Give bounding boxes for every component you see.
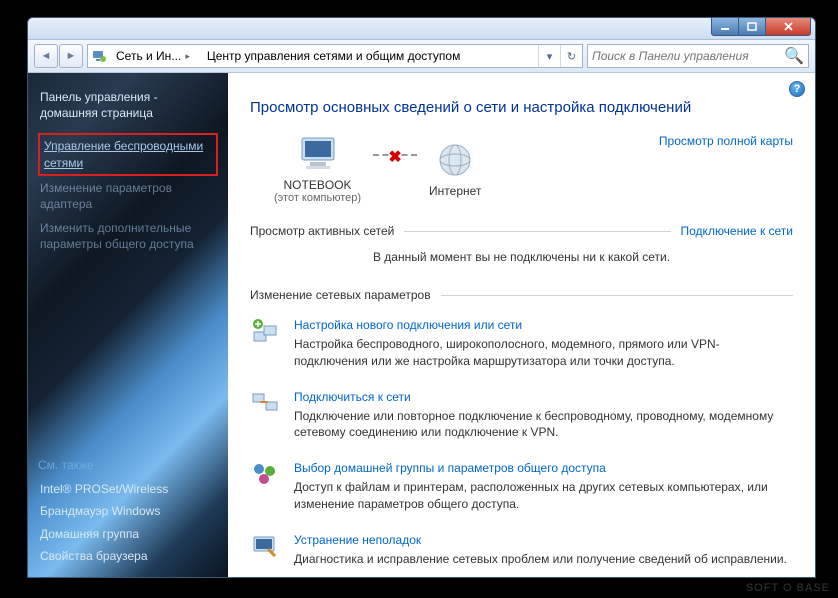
- control-panel-window: ◄ ► Сеть и Ин...▸ Центр управления сетям…: [27, 17, 816, 578]
- toolbar: ◄ ► Сеть и Ин...▸ Центр управления сетям…: [28, 40, 815, 73]
- close-button[interactable]: [765, 17, 811, 36]
- watermark: SOFT O BASE: [746, 582, 830, 594]
- node-this-computer[interactable]: NOTEBOOK (этот компьютер): [274, 134, 361, 204]
- help-icon[interactable]: ?: [789, 81, 805, 97]
- task-desc: Настройка беспроводного, широкополосного…: [294, 336, 793, 370]
- back-button[interactable]: ◄: [34, 44, 58, 68]
- forward-button[interactable]: ►: [59, 44, 83, 68]
- see-also-section: См. также Intel® PROSet/Wireless Брандма…: [38, 458, 218, 567]
- full-map-link[interactable]: Просмотр полной карты: [659, 134, 793, 148]
- task-desc: Диагностика и исправление сетевых пробле…: [294, 551, 793, 568]
- new-connection-icon: [250, 316, 280, 346]
- sidebar: Панель управления - домашняя страница Уп…: [28, 73, 228, 577]
- task-troubleshoot: Устранение неполадок Диагностика и испра…: [250, 531, 793, 568]
- sidebar-item-wireless[interactable]: Управление беспроводными сетями: [38, 133, 218, 175]
- breadcrumb-seg-2[interactable]: Центр управления сетями и общим доступом: [201, 45, 468, 67]
- address-bar[interactable]: Сеть и Ин...▸ Центр управления сетями и …: [87, 44, 583, 68]
- seealso-link-homegroup[interactable]: Домашняя группа: [38, 523, 218, 545]
- seealso-link-intel[interactable]: Intel® PROSet/Wireless: [38, 478, 218, 500]
- task-desc: Доступ к файлам и принтерам, расположенн…: [294, 479, 793, 513]
- task-desc: Подключение или повторное подключение к …: [294, 408, 793, 442]
- node-internet[interactable]: Интернет: [429, 140, 481, 198]
- task-connect: Подключиться к сети Подключение или повт…: [250, 388, 793, 442]
- connect-network-link[interactable]: Подключение к сети: [681, 224, 793, 238]
- network-category-icon: [91, 48, 107, 64]
- address-dropdown[interactable]: ▾: [538, 45, 560, 67]
- node-sub: (этот компьютер): [274, 192, 361, 204]
- see-also-header: См. также: [38, 458, 218, 472]
- task-title[interactable]: Выбор домашней группы и параметров общег…: [294, 461, 606, 475]
- seealso-link-firewall[interactable]: Брандмауэр Windows: [38, 500, 218, 522]
- minimize-button[interactable]: [711, 17, 739, 36]
- task-title[interactable]: Устранение неполадок: [294, 533, 421, 547]
- search-icon: 🔍: [784, 46, 804, 66]
- node-name: NOTEBOOK: [274, 178, 361, 192]
- sidebar-home-link[interactable]: Панель управления - домашняя страница: [38, 85, 218, 125]
- seealso-link-browser[interactable]: Свойства браузера: [38, 545, 218, 567]
- task-new-connection: Настройка нового подключения или сети На…: [250, 316, 793, 370]
- active-networks-header: Просмотр активных сетей Подключение к се…: [250, 224, 793, 238]
- computer-icon: [296, 134, 340, 174]
- task-title[interactable]: Настройка нового подключения или сети: [294, 318, 522, 332]
- task-title[interactable]: Подключиться к сети: [294, 390, 411, 404]
- refresh-button[interactable]: ↻: [560, 45, 582, 67]
- connection-line: ✖: [373, 154, 417, 156]
- no-networks-text: В данный момент вы не подключены ни к ка…: [250, 246, 793, 274]
- network-map: Просмотр полной карты NOTEBOOK (этот ком…: [250, 134, 793, 204]
- node-name: Интернет: [429, 184, 481, 198]
- search-box[interactable]: 🔍: [587, 44, 809, 68]
- troubleshoot-icon: [250, 531, 280, 561]
- search-input[interactable]: [592, 49, 784, 63]
- change-settings-header: Изменение сетевых параметров: [250, 288, 793, 302]
- maximize-button[interactable]: [738, 17, 766, 36]
- globe-icon: [433, 140, 477, 180]
- sidebar-item-sharing[interactable]: Изменить дополнительные параметры общего…: [38, 216, 218, 256]
- page-title: Просмотр основных сведений о сети и наст…: [250, 99, 793, 116]
- homegroup-icon: [250, 459, 280, 489]
- task-homegroup: Выбор домашней группы и параметров общег…: [250, 459, 793, 513]
- disconnected-icon: ✖: [388, 147, 401, 167]
- titlebar[interactable]: [28, 18, 815, 40]
- sidebar-item-adapter[interactable]: Изменение параметров адаптера: [38, 176, 218, 216]
- main-content: ? Просмотр основных сведений о сети и на…: [228, 73, 815, 577]
- connect-icon: [250, 388, 280, 418]
- breadcrumb-seg-1[interactable]: Сеть и Ин...▸: [110, 45, 201, 67]
